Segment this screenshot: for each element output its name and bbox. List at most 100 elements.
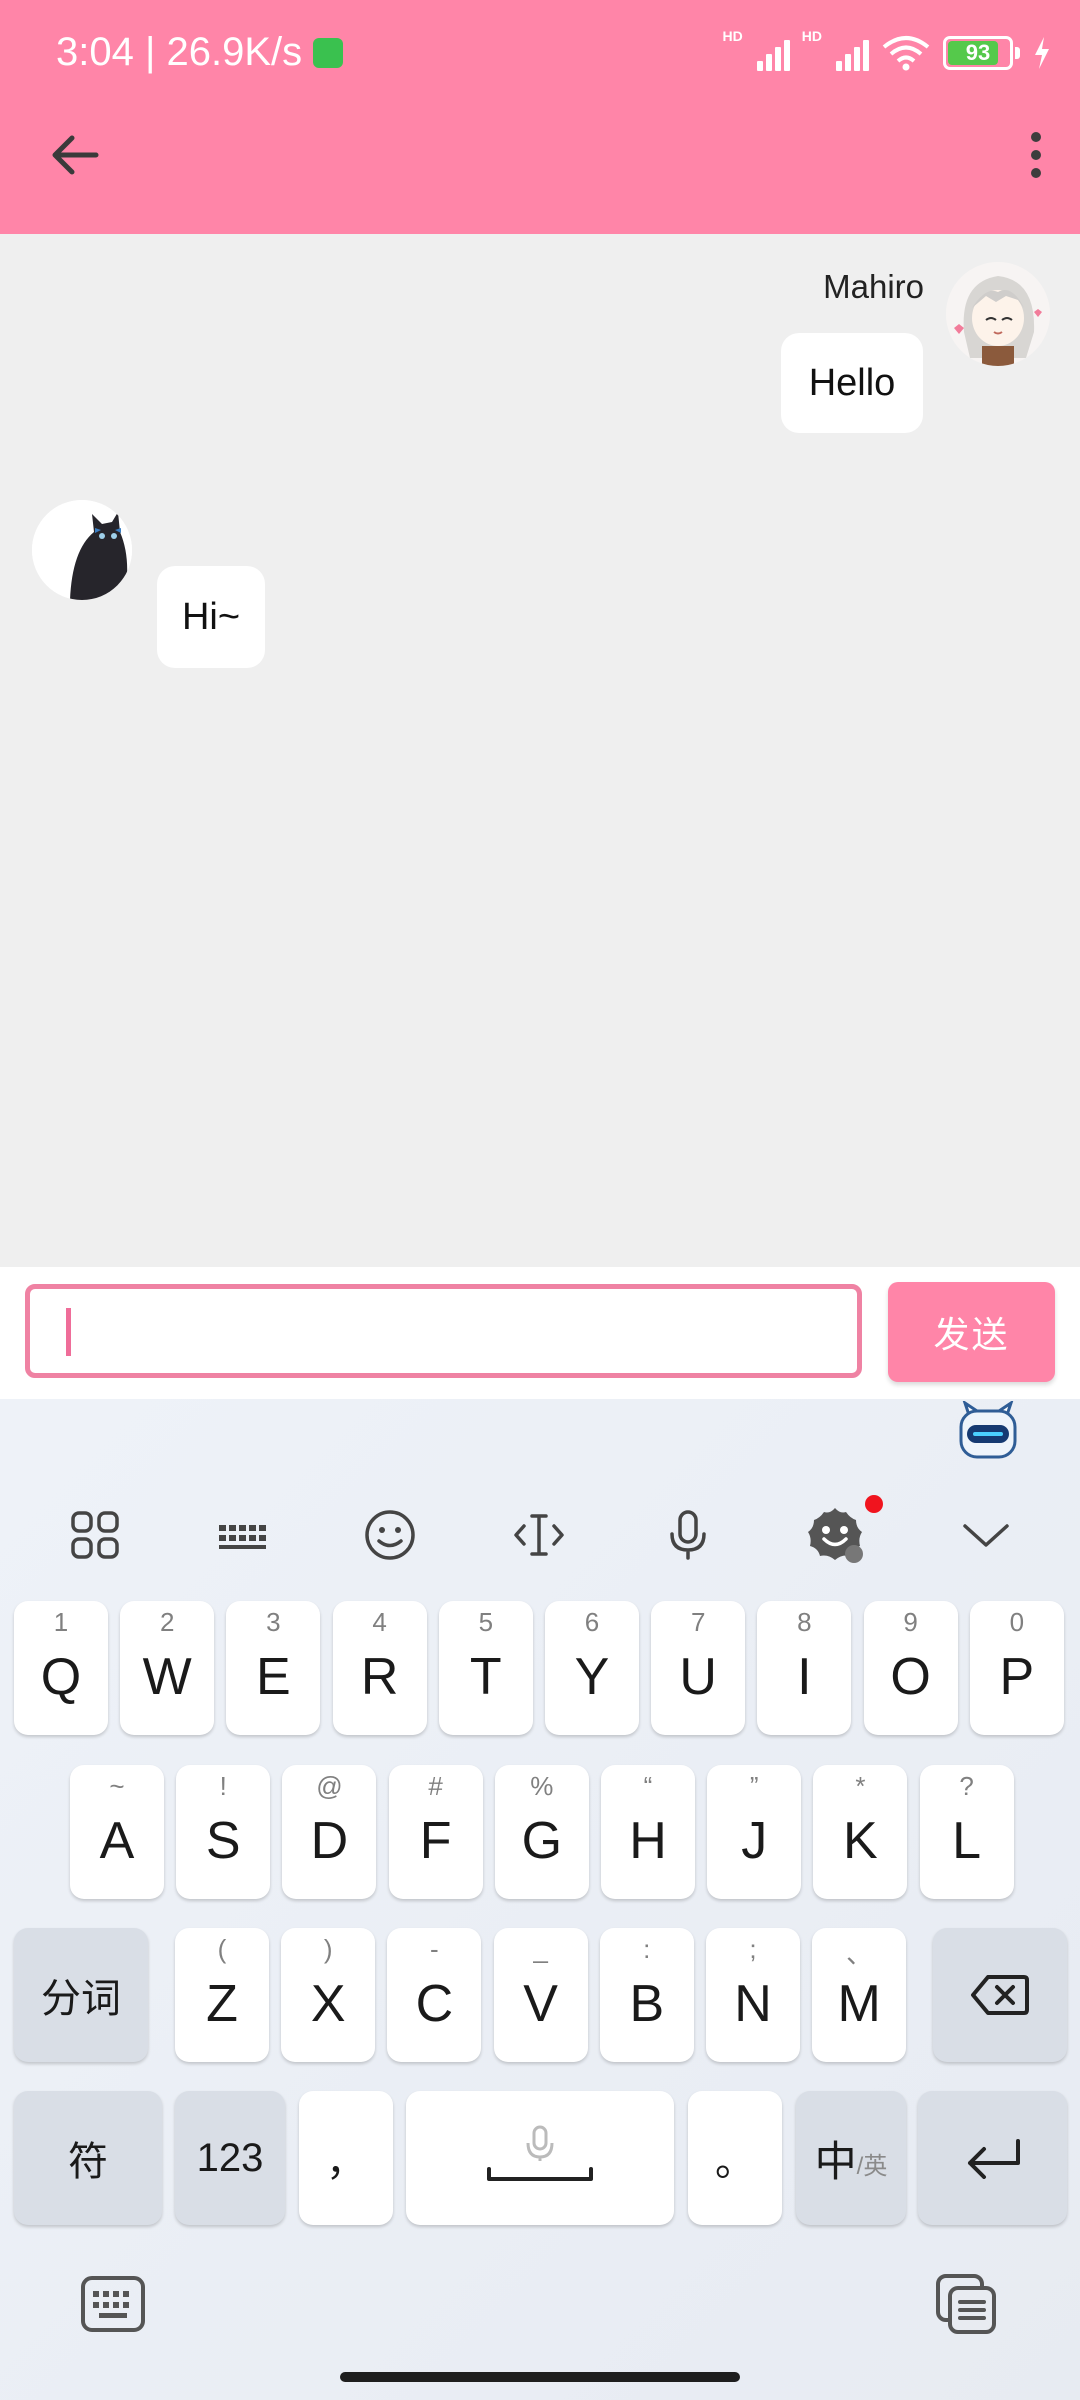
key-primary-label: G (521, 1812, 563, 1870)
home-indicator[interactable] (340, 2372, 740, 2382)
send-button[interactable]: 发送 (888, 1282, 1055, 1382)
key-secondary-label: 4 (372, 1607, 387, 1637)
key-d[interactable]: @ D (282, 1765, 377, 1899)
key-r[interactable]: 4R (332, 1601, 427, 1735)
robot-mascot-icon[interactable] (957, 1401, 1019, 1461)
key-secondary-label: : (643, 1934, 651, 1964)
key-secondary-label: 3 (266, 1607, 281, 1637)
key-s[interactable]: ! S (176, 1765, 271, 1899)
key-secondary-label: ? (959, 1771, 974, 1801)
keyboard-layout-button[interactable] (203, 1495, 283, 1575)
charging-icon (1035, 37, 1049, 69)
more-dot-icon (1031, 168, 1041, 178)
key-w[interactable]: 2W (120, 1601, 215, 1735)
message-bubble-received[interactable]: Hi~ (157, 566, 265, 668)
key-x[interactable]: ) X (281, 1928, 376, 2062)
key-t[interactable]: 5T (438, 1601, 533, 1735)
key-z[interactable]: (Z (175, 1928, 269, 2062)
backspace-key[interactable] (933, 1928, 1067, 2062)
black-cat-avatar-icon (32, 500, 132, 600)
key-a[interactable]: ~ A (70, 1765, 164, 1899)
voice-input-button[interactable] (648, 1495, 728, 1575)
key-primary-label: B (629, 1975, 665, 2033)
more-dot-icon (1031, 150, 1041, 160)
enter-key[interactable] (918, 2091, 1067, 2225)
key-b[interactable]: :B (599, 1928, 694, 2062)
key-n[interactable]: ; N (706, 1928, 800, 2062)
comma-key[interactable]: ， (299, 2091, 393, 2225)
key-v[interactable]: _ V (493, 1928, 588, 2062)
key-primary-label: Z (206, 1975, 238, 2033)
period-key[interactable]: 。 (688, 2091, 782, 2225)
emoji-icon (365, 1510, 415, 1560)
key-y[interactable]: 6Y (545, 1601, 639, 1735)
sender-name: Mahiro (823, 268, 924, 305)
key-f[interactable]: # F (388, 1765, 483, 1899)
key-l[interactable]: ? L (919, 1765, 1014, 1899)
wifi-icon (882, 36, 930, 71)
segment-key[interactable]: 分词 (14, 1928, 148, 2062)
key-h[interactable]: “H (601, 1765, 695, 1899)
key-secondary-label: 1 (53, 1607, 69, 1637)
space-key[interactable] (406, 2091, 674, 2225)
message-bubble-sent[interactable]: Hello (781, 333, 923, 433)
ai-assistant-button[interactable] (795, 1495, 875, 1575)
key-primary-label: F (419, 1812, 452, 1870)
status-time: 3:04 | 26.9K/s (56, 30, 303, 74)
enter-icon (967, 2139, 1020, 2179)
key-q[interactable]: 1Q (14, 1601, 108, 1735)
contact-avatar[interactable] (32, 500, 132, 600)
language-switch-key[interactable]: 中 /英 (796, 2091, 906, 2225)
key-i[interactable]: 8I (757, 1601, 852, 1735)
hd-label-1: HD (722, 28, 743, 44)
key-k[interactable]: * K (813, 1765, 908, 1899)
cursor-icon (514, 1514, 564, 1556)
key-u[interactable]: 7U (651, 1601, 746, 1735)
key-p[interactable]: 0P (969, 1601, 1064, 1735)
apps-grid-button[interactable] (55, 1495, 135, 1575)
symbols-key[interactable]: 符 (14, 2091, 162, 2225)
key-primary-label: N (734, 1975, 772, 2033)
key-secondary-label: ~ (109, 1771, 125, 1801)
numbers-key[interactable]: 123 (175, 2091, 285, 2225)
key-o[interactable]: 9O (863, 1601, 958, 1735)
key-e[interactable]: 3E (226, 1601, 321, 1735)
key-primary-label: E (256, 1648, 291, 1706)
battery-tip (1015, 47, 1020, 59)
lang-sub-label: /英 (856, 2152, 888, 2180)
key-secondary-label: * (855, 1771, 866, 1801)
key-j[interactable]: ” J (707, 1765, 802, 1899)
more-options-button[interactable] (1006, 120, 1066, 190)
grid-icon (71, 1511, 119, 1559)
message-input[interactable] (25, 1284, 862, 1378)
cursor-control-button[interactable] (499, 1495, 579, 1575)
symbols-key-label: 符 (68, 2140, 108, 2184)
backspace-icon (971, 1975, 1029, 2015)
anime-girl-avatar-icon (946, 262, 1050, 366)
signal-icon (756, 35, 790, 71)
key-primary-label: S (205, 1812, 241, 1870)
clipboard-button[interactable] (932, 2270, 1002, 2340)
key-primary-label: I (797, 1648, 812, 1706)
key-g[interactable]: % G (494, 1765, 589, 1899)
key-secondary-label: 9 (903, 1607, 918, 1637)
my-avatar[interactable] (946, 262, 1050, 366)
collapse-keyboard-button[interactable] (946, 1495, 1026, 1575)
key-c[interactable]: -C (387, 1928, 482, 2062)
key-secondary-label: @ (316, 1771, 343, 1801)
keyboard-switch-button[interactable] (78, 2272, 148, 2336)
key-primary-label: O (890, 1648, 931, 1706)
ai-assistant-icon (808, 1508, 863, 1563)
key-primary-label: P (999, 1648, 1035, 1706)
message-text-field[interactable] (30, 1289, 857, 1373)
key-m[interactable]: 、 M (812, 1928, 907, 2062)
comma-key-label: ， (326, 2140, 366, 2184)
key-primary-label: H (629, 1812, 667, 1870)
period-key-label: 。 (715, 2140, 755, 2184)
text-cursor (66, 1308, 71, 1356)
more-dot-icon (1031, 132, 1041, 142)
key-secondary-label: ” (749, 1771, 759, 1801)
emoji-button[interactable] (350, 1495, 430, 1575)
back-button[interactable] (40, 120, 110, 190)
arrow-left-icon (52, 135, 99, 175)
